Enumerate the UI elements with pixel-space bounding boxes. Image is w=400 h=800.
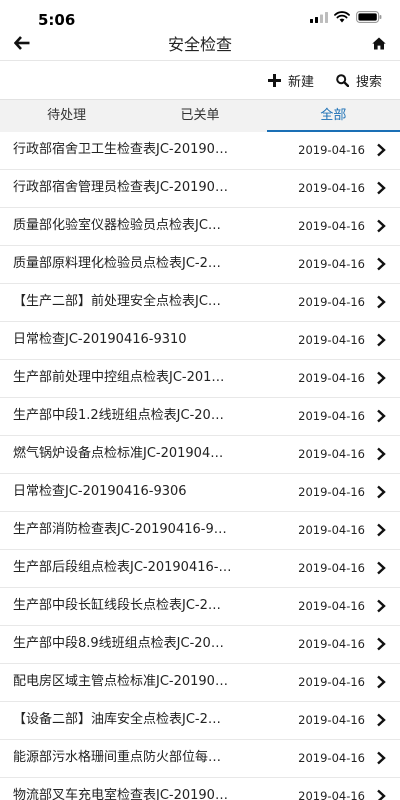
list-item-title: 燃气锅炉设备点检标准JC-201904…	[13, 446, 224, 461]
inspection-list: 行政部宿舍卫工生检查表JC-20190… 2019-04-16 行政部宿舍管理员…	[0, 132, 400, 800]
list-item-date: 2019-04-16	[298, 257, 365, 271]
status-bar: 5:06	[0, 0, 400, 30]
chevron-right-icon	[377, 447, 386, 461]
list-item-title: 生产部消防检查表JC-20190416-9…	[13, 522, 227, 537]
list-item-date: 2019-04-16	[298, 295, 365, 309]
list-item-title: 行政部宿舍卫工生检查表JC-20190…	[13, 142, 228, 157]
new-button[interactable]: 新建	[268, 67, 314, 93]
list-item-title: 质量部原料理化检验员点检表JC-2…	[13, 256, 221, 271]
search-icon	[336, 73, 349, 87]
new-button-label: 新建	[288, 74, 315, 90]
tab-pending[interactable]: 待处理	[0, 100, 133, 132]
chevron-right-icon	[377, 789, 386, 800]
list-item[interactable]: 日常检查JC-20190416-9310 2019-04-16	[0, 322, 400, 360]
list-item-date: 2019-04-16	[298, 675, 365, 689]
list-item-title: 生产部中段8.9线班组点检表JC-20…	[13, 636, 224, 651]
toolbar: 新建 搜索	[0, 61, 400, 99]
plus-icon	[268, 73, 281, 87]
list-item-title: 【生产二部】前处理安全点检表JC…	[13, 294, 221, 309]
list-item-date: 2019-04-16	[298, 219, 365, 233]
chevron-right-icon	[377, 181, 386, 195]
list-item-date: 2019-04-16	[298, 485, 365, 499]
list-item[interactable]: 行政部宿舍卫工生检查表JC-20190… 2019-04-16	[0, 132, 400, 170]
list-item-title: 行政部宿舍管理员检查表JC-20190…	[13, 180, 228, 195]
list-item[interactable]: 质量部化验室仪器检验员点检表JC… 2019-04-16	[0, 208, 400, 246]
list-item[interactable]: 生产部前处理中控组点检表JC-201… 2019-04-16	[0, 360, 400, 398]
tab-closed[interactable]: 已关单	[133, 100, 266, 132]
chevron-right-icon	[377, 485, 386, 499]
list-item-title: 生产部前处理中控组点检表JC-201…	[13, 370, 225, 385]
chevron-right-icon	[377, 409, 386, 423]
list-item-date: 2019-04-16	[298, 713, 365, 727]
page-title: 安全检查	[167, 35, 232, 54]
list-item[interactable]: 物流部叉车充电室检查表JC-20190… 2019-04-16	[0, 778, 400, 800]
chevron-right-icon	[377, 675, 386, 689]
chevron-right-icon	[377, 257, 386, 271]
home-icon	[372, 37, 386, 49]
list-item[interactable]: 燃气锅炉设备点检标准JC-201904… 2019-04-16	[0, 436, 400, 474]
list-item-title: 日常检查JC-20190416-9310	[13, 332, 187, 347]
signal-icon	[310, 11, 328, 23]
chevron-right-icon	[377, 143, 386, 157]
list-item-title: 生产部中段1.2线班组点检表JC-20…	[13, 408, 224, 423]
list-item-title: 物流部叉车充电室检查表JC-20190…	[13, 788, 228, 800]
tab-all[interactable]: 全部	[267, 100, 400, 132]
nav-bar: 安全检查	[0, 30, 400, 60]
list-item-date: 2019-04-16	[298, 333, 365, 347]
list-item-title: 【设备二部】油库安全点检表JC-2…	[13, 712, 221, 727]
list-item-date: 2019-04-16	[298, 789, 365, 800]
search-button[interactable]: 搜索	[336, 67, 382, 93]
chevron-right-icon	[377, 599, 386, 613]
list-item-date: 2019-04-16	[298, 447, 365, 461]
list-item-title: 生产部中段长缸线段长点检表JC-2…	[13, 598, 221, 613]
list-item[interactable]: 配电房区域主管点检标准JC-20190… 2019-04-16	[0, 664, 400, 702]
wifi-icon	[334, 11, 350, 23]
list-item-date: 2019-04-16	[298, 409, 365, 423]
list-item[interactable]: 行政部宿舍管理员检查表JC-20190… 2019-04-16	[0, 170, 400, 208]
home-button[interactable]	[368, 32, 390, 54]
list-item[interactable]: 生产部消防检查表JC-20190416-9… 2019-04-16	[0, 512, 400, 550]
list-item[interactable]: 生产部后段组点检表JC-20190416-… 2019-04-16	[0, 550, 400, 588]
list-item-date: 2019-04-16	[298, 143, 365, 157]
list-item[interactable]: 质量部原料理化检验员点检表JC-2… 2019-04-16	[0, 246, 400, 284]
chevron-right-icon	[377, 219, 386, 233]
list-item-date: 2019-04-16	[298, 181, 365, 195]
list-item-date: 2019-04-16	[298, 371, 365, 385]
list-item-date: 2019-04-16	[298, 599, 365, 613]
list-item-date: 2019-04-16	[298, 523, 365, 537]
chevron-right-icon	[377, 371, 386, 385]
chevron-right-icon	[377, 713, 386, 727]
status-time: 5:06	[38, 11, 76, 29]
list-item-date: 2019-04-16	[298, 751, 365, 765]
list-item[interactable]: 【设备二部】油库安全点检表JC-2… 2019-04-16	[0, 702, 400, 740]
list-item-title: 生产部后段组点检表JC-20190416-…	[13, 560, 232, 575]
chevron-right-icon	[377, 523, 386, 537]
chevron-right-icon	[377, 295, 386, 309]
list-item-title: 日常检查JC-20190416-9306	[13, 484, 187, 499]
list-item-title: 质量部化验室仪器检验员点检表JC…	[13, 218, 221, 233]
chevron-right-icon	[377, 333, 386, 347]
status-icons	[310, 11, 382, 23]
search-button-label: 搜索	[356, 74, 383, 90]
list-item-title: 配电房区域主管点检标准JC-20190…	[13, 674, 228, 689]
chevron-right-icon	[377, 751, 386, 765]
list-item[interactable]: 能源部污水格珊间重点防火部位每… 2019-04-16	[0, 740, 400, 778]
chevron-right-icon	[377, 637, 386, 651]
chevron-right-icon	[377, 561, 386, 575]
list-item-title: 能源部污水格珊间重点防火部位每…	[13, 750, 222, 765]
list-item-date: 2019-04-16	[298, 561, 365, 575]
list-item[interactable]: 日常检查JC-20190416-9306 2019-04-16	[0, 474, 400, 512]
list-item[interactable]: 生产部中段8.9线班组点检表JC-20… 2019-04-16	[0, 626, 400, 664]
list-item[interactable]: 生产部中段1.2线班组点检表JC-20… 2019-04-16	[0, 398, 400, 436]
battery-icon	[356, 11, 382, 23]
list-item-date: 2019-04-16	[298, 637, 365, 651]
tab-bar: 待处理 已关单 全部	[0, 99, 400, 132]
list-item[interactable]: 【生产二部】前处理安全点检表JC… 2019-04-16	[0, 284, 400, 322]
list-item[interactable]: 生产部中段长缸线段长点检表JC-2… 2019-04-16	[0, 588, 400, 626]
